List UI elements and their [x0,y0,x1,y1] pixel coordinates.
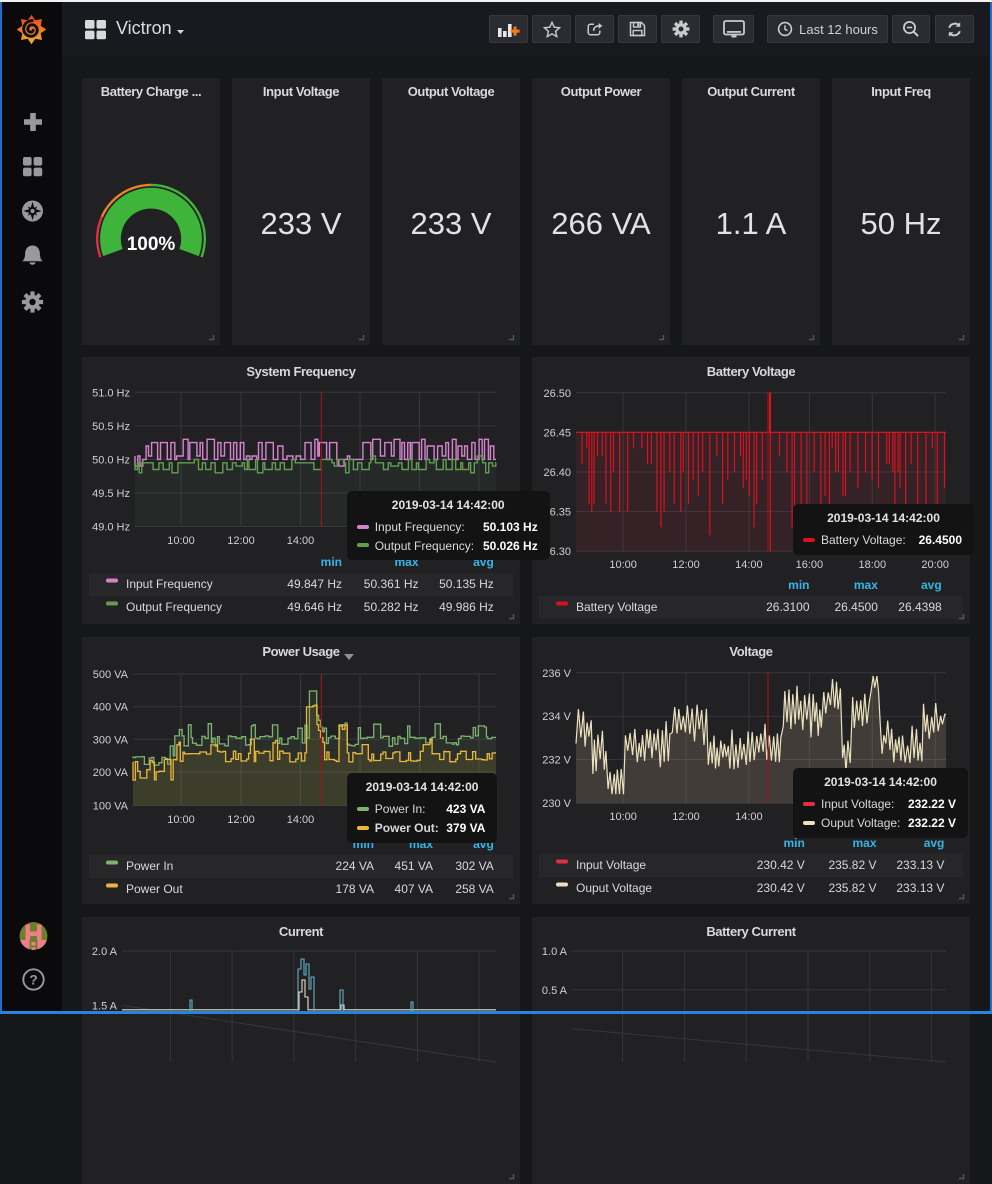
svg-text:26.40: 26.40 [543,467,571,479]
svg-text:min: min [788,578,809,592]
svg-text:49.0 Hz: 49.0 Hz [92,522,130,534]
svg-text:Input Frequency: Input Frequency [126,577,213,591]
svg-text:233.13 V: 233.13 V [896,881,944,895]
svg-text:50.0 Hz: 50.0 Hz [92,454,130,466]
svg-text:235.82 V: 235.82 V [828,858,876,872]
svg-text:min: min [783,836,804,850]
svg-text:Output Frequency: Output Frequency [126,600,222,614]
svg-text:451 VA: 451 VA [395,859,433,873]
svg-text:230.42 V: 230.42 V [757,881,805,895]
svg-text:12:00: 12:00 [672,811,700,823]
svg-text:235.82 V: 235.82 V [828,881,876,895]
svg-text:230.42 V: 230.42 V [757,858,805,872]
svg-text:18:00: 18:00 [859,559,887,571]
svg-text:400 VA: 400 VA [93,702,129,714]
svg-text:?: ? [29,972,38,988]
svg-text:10:00: 10:00 [609,811,637,823]
svg-text:avg: avg [924,836,945,850]
svg-text:26.45: 26.45 [543,427,571,439]
svg-text:min: min [321,555,342,569]
svg-text:50.282 Hz: 50.282 Hz [364,600,419,614]
svg-text:14:00: 14:00 [287,814,315,826]
svg-text:200 VA: 200 VA [93,767,129,779]
svg-text:14:00: 14:00 [735,811,763,823]
svg-text:Power Out: Power Out [126,882,183,896]
svg-text:Ouput Voltage: Ouput Voltage [576,881,652,895]
svg-text:49.986 Hz: 49.986 Hz [439,600,494,614]
svg-text:49.5 Hz: 49.5 Hz [92,488,130,500]
svg-text:12:00: 12:00 [672,559,700,571]
svg-text:1.0 A: 1.0 A [542,946,568,958]
svg-text:10:00: 10:00 [167,535,195,547]
svg-text:Battery Voltage: Battery Voltage [576,600,658,614]
svg-text:51.0 Hz: 51.0 Hz [92,387,130,399]
svg-text:26.3100: 26.3100 [766,600,810,614]
svg-text:234 V: 234 V [542,711,571,723]
svg-text:14:00: 14:00 [735,559,763,571]
svg-text:224 VA: 224 VA [336,859,374,873]
svg-text:0.5 A: 0.5 A [542,985,568,997]
svg-text:407 VA: 407 VA [395,882,433,896]
svg-text:10:00: 10:00 [609,559,637,571]
svg-text:100 VA: 100 VA [93,801,129,813]
svg-text:302 VA: 302 VA [455,859,493,873]
svg-text:Power In: Power In [126,859,173,873]
svg-text:233.13 V: 233.13 V [896,858,944,872]
svg-text:26.4398: 26.4398 [898,600,942,614]
svg-text:300 VA: 300 VA [93,734,129,746]
svg-text:max: max [854,578,878,592]
svg-text:12:00: 12:00 [227,814,255,826]
svg-text:16:00: 16:00 [796,559,824,571]
svg-text:236 V: 236 V [542,668,571,680]
svg-text:50.135 Hz: 50.135 Hz [439,577,494,591]
svg-text:20:00: 20:00 [921,559,949,571]
svg-text:14:00: 14:00 [287,535,315,547]
svg-text:50.5 Hz: 50.5 Hz [92,421,130,433]
svg-text:12:00: 12:00 [227,535,255,547]
svg-text:178 VA: 178 VA [336,882,374,896]
svg-text:49.847 Hz: 49.847 Hz [287,577,342,591]
svg-text:26.50: 26.50 [543,388,571,400]
svg-text:50.361 Hz: 50.361 Hz [364,577,419,591]
svg-text:230 V: 230 V [542,798,571,810]
svg-text:100%: 100% [127,234,176,255]
svg-text:max: max [852,836,876,850]
svg-text:avg: avg [921,578,942,592]
svg-text:232 V: 232 V [542,755,571,767]
svg-text:10:00: 10:00 [167,814,195,826]
svg-text:2.0 A: 2.0 A [92,946,118,958]
svg-text:258 VA: 258 VA [455,882,493,896]
svg-text:500 VA: 500 VA [93,669,129,681]
svg-text:26.4500: 26.4500 [835,600,879,614]
svg-text:49.646 Hz: 49.646 Hz [287,600,342,614]
svg-text:Input Voltage: Input Voltage [576,858,646,872]
